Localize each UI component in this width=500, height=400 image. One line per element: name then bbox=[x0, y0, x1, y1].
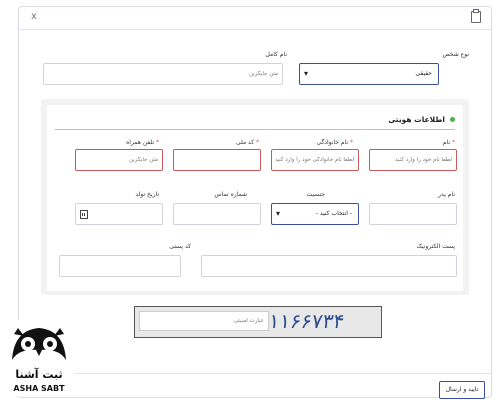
full-name-input[interactable] bbox=[43, 63, 283, 85]
person-type-label: نوع شخص bbox=[442, 51, 469, 58]
postal-code-input[interactable] bbox=[59, 255, 181, 277]
email-label: پست الکترونیک bbox=[416, 243, 456, 250]
national-code-input[interactable] bbox=[173, 149, 261, 171]
contact-number-label: شماره تماس bbox=[214, 191, 247, 198]
gender-select[interactable]: - انتخاب کنید - ▾ bbox=[271, 203, 359, 225]
identity-card: اطلاعات هویتی نام * نام خانوادگی * کد مل… bbox=[47, 105, 463, 291]
form-window: x نوع شخص حقیقی ▾ نام کامل اطلاعات هویتی… bbox=[18, 6, 492, 399]
father-name-label: نام پدر bbox=[438, 191, 455, 198]
owl-logo-icon bbox=[12, 328, 66, 360]
section-title: اطلاعات هویتی bbox=[388, 115, 445, 124]
gender-value: - انتخاب کنید - bbox=[315, 210, 352, 217]
window-topbar: x bbox=[19, 7, 491, 30]
email-input[interactable] bbox=[201, 255, 457, 277]
person-type-value: حقیقی bbox=[415, 70, 432, 77]
birth-date-label: تاریخ تولد bbox=[135, 191, 159, 198]
full-name-label: نام کامل bbox=[265, 51, 287, 58]
captcha-box: ۱۱۶۶۷۳۴ bbox=[134, 306, 382, 338]
submit-button[interactable]: تایید و ارسال bbox=[439, 381, 485, 399]
chevron-down-icon: ▾ bbox=[276, 209, 281, 218]
gender-label: جنسیت bbox=[306, 191, 325, 198]
footer-divider bbox=[19, 373, 491, 374]
first-name-input[interactable] bbox=[369, 149, 457, 171]
calendar-icon[interactable] bbox=[80, 210, 88, 219]
birth-date-input[interactable] bbox=[75, 203, 163, 225]
section-divider bbox=[55, 129, 455, 130]
captcha-code: ۱۱۶۶۷۳۴ bbox=[267, 309, 346, 333]
close-button[interactable]: x bbox=[31, 11, 37, 22]
chevron-down-icon: ▾ bbox=[304, 69, 309, 78]
postal-code-label: کد پستی bbox=[169, 243, 191, 250]
national-code-label: کد ملی * bbox=[235, 139, 259, 146]
last-name-input[interactable] bbox=[271, 149, 359, 171]
logo-name-fa: ثبت آشنا bbox=[15, 368, 63, 381]
logo-name-en: ASHA SABT bbox=[13, 384, 65, 393]
mobile-input[interactable] bbox=[75, 149, 163, 171]
mobile-label: تلفن همراه * bbox=[126, 139, 159, 146]
father-name-input[interactable] bbox=[369, 203, 457, 225]
last-name-label: نام خانوادگی * bbox=[316, 139, 353, 146]
identity-panel: اطلاعات هویتی نام * نام خانوادگی * کد مل… bbox=[41, 99, 469, 295]
section-status-dot bbox=[450, 117, 455, 122]
captcha-input[interactable] bbox=[139, 311, 269, 331]
brand-logo: ثبت آشنا ASHA SABT bbox=[4, 320, 74, 396]
person-type-select[interactable]: حقیقی ▾ bbox=[299, 63, 439, 85]
contact-number-input[interactable] bbox=[173, 203, 261, 225]
first-name-label: نام * bbox=[442, 139, 455, 146]
clipboard-icon[interactable] bbox=[471, 9, 481, 23]
